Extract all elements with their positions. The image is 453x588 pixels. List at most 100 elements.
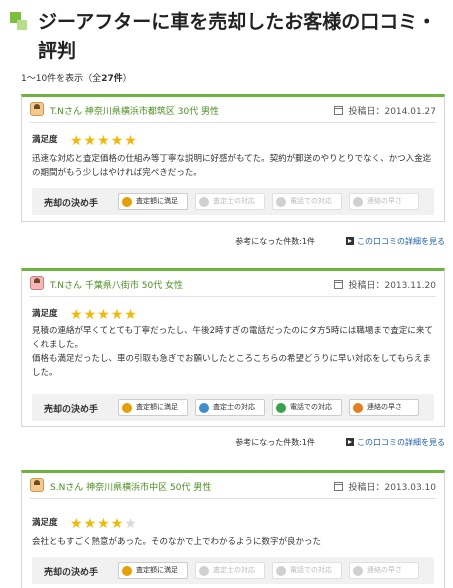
review-card: T.Nさん 千葉県八街市 50代 女性 投稿日：2013.11.20 満足度 ★…	[21, 268, 445, 427]
helpful-value: 1件	[301, 237, 315, 246]
helpful-value: 1件	[301, 438, 315, 447]
decider-title: 売却の決め手	[44, 568, 99, 578]
decider-title: 売却の決め手	[44, 405, 99, 415]
review-comment: 見積の連絡が早くてとても丁寧だったし、午後2時すぎの電話だったのにタ方5時には職…	[32, 326, 433, 378]
star-icon: ★	[70, 516, 83, 532]
chip-phone-response: 電話での対応	[272, 193, 342, 210]
decider-bar: 売却の決め手 査定額に満足 査定士の対応 電話での対応 連絡の早さ	[32, 188, 434, 215]
chip-label: 連絡の早さ	[367, 566, 402, 574]
chip-label: 連絡の早さ	[367, 197, 402, 205]
chip-label: 電話での対応	[290, 403, 332, 411]
rating-stars: ★★★★★	[70, 513, 138, 532]
review-comment: 会社ともすごく熱意があった。そのなかで上でわかるように数字が良かった	[32, 537, 322, 547]
post-date: 投稿日：2013.03.10	[334, 480, 436, 493]
detail-link-text[interactable]: この口コミの詳細を見る	[357, 237, 445, 246]
chip-quick-contact: 連絡の早さ	[349, 193, 419, 210]
chip-label: 査定額に満足	[136, 566, 178, 574]
clock-icon	[353, 403, 363, 413]
star-icon: ★	[110, 516, 124, 532]
helpful-count: 参考になった件数:1件	[235, 236, 315, 247]
star-icon: ★	[124, 307, 137, 323]
person-icon	[199, 197, 209, 207]
chip-label: 連絡の早さ	[367, 403, 402, 411]
calendar-icon	[334, 280, 344, 289]
review-card: S.Nさん 神奈川県横浜市中区 50代 男性 投稿日：2013.03.10 満足…	[21, 470, 445, 588]
chip-price-satisfied: 査定額に満足	[118, 562, 188, 579]
star-icon: ★	[110, 133, 124, 149]
rating-stars: ★★★★★	[70, 304, 138, 323]
review-header: T.Nさん 千葉県八街市 50代 女性 投稿日：2013.11.20	[30, 271, 436, 297]
review-comment: 迅速な対応と査定価格の仕組み等丁寧な説明に好感がもてた。契約が郵送のやりとりでな…	[32, 154, 432, 178]
result-count: 1〜10件を表示（全27件）	[21, 71, 132, 84]
phone-icon	[276, 197, 286, 207]
person-icon	[199, 566, 209, 576]
person-icon	[199, 403, 209, 413]
helpful-prefix: 参考になった件数:	[235, 237, 302, 246]
satisfaction-label: 満足度	[32, 518, 58, 528]
reviewer-info: T.Nさん 千葉県八街市 50代 女性	[50, 281, 184, 291]
clock-icon	[353, 197, 363, 207]
review-header: T.Nさん 神奈川県横浜市都筑区 30代 男性 投稿日：2014.01.27	[30, 97, 436, 123]
review-card: T.Nさん 神奈川県横浜市都筑区 30代 男性 投稿日：2014.01.27 満…	[21, 94, 445, 222]
chip-quick-contact: 連絡の早さ	[349, 562, 419, 579]
calendar-icon	[334, 482, 344, 491]
calendar-icon	[334, 106, 344, 115]
chip-label: 査定士の対応	[213, 403, 255, 411]
chip-quick-contact: 連絡の早さ	[349, 399, 419, 416]
star-icon: ★	[70, 307, 83, 323]
male-avatar-icon	[30, 102, 44, 116]
phone-icon	[276, 403, 286, 413]
chip-staff-response: 査定士の対応	[195, 562, 265, 579]
helpful-count: 参考になった件数:1件	[235, 437, 315, 448]
star-icon: ★	[83, 133, 97, 149]
title-mark-icon	[10, 12, 32, 34]
decider-title: 売却の決め手	[44, 199, 99, 209]
price-icon	[122, 197, 132, 207]
star-icon: ★	[97, 307, 110, 323]
price-icon	[122, 403, 132, 413]
result-count-prefix: 1〜10件を表示（全	[21, 74, 102, 84]
male-avatar-icon	[30, 478, 44, 492]
review-detail-link[interactable]: この口コミの詳細を見る	[346, 236, 445, 247]
chip-phone-response: 電話での対応	[272, 562, 342, 579]
satisfaction-label: 満足度	[32, 309, 58, 319]
clock-icon	[353, 566, 363, 576]
rating-stars: ★★★★★	[70, 130, 138, 149]
chip-label: 査定額に満足	[136, 403, 178, 411]
post-date-text: 投稿日：2013.11.20	[348, 281, 436, 291]
chip-price-satisfied: 査定額に満足	[118, 193, 188, 210]
helpful-prefix: 参考になった件数:	[235, 438, 302, 447]
star-icon: ★	[97, 133, 110, 149]
star-icon: ★	[97, 516, 110, 532]
reviewer-info: S.Nさん 神奈川県横浜市中区 50代 男性	[50, 483, 212, 493]
post-date: 投稿日：2014.01.27	[334, 104, 436, 117]
chip-label: 査定士の対応	[213, 566, 255, 574]
chip-price-satisfied: 査定額に満足	[118, 399, 188, 416]
star-icon: ★	[124, 516, 137, 532]
price-icon	[122, 566, 132, 576]
star-icon: ★	[110, 307, 124, 323]
review-header: S.Nさん 神奈川県横浜市中区 50代 男性 投稿日：2013.03.10	[30, 473, 436, 499]
review-detail-link[interactable]: この口コミの詳細を見る	[346, 437, 445, 448]
chip-label: 査定額に満足	[136, 197, 178, 205]
satisfaction-label: 満足度	[32, 135, 58, 145]
arrow-right-icon	[346, 438, 354, 446]
chip-phone-response: 電話での対応	[272, 399, 342, 416]
decider-bar: 売却の決め手 査定額に満足 査定士の対応 電話での対応 連絡の早さ	[32, 394, 434, 421]
post-date: 投稿日：2013.11.20	[334, 278, 436, 291]
decider-bar: 売却の決め手 査定額に満足 査定士の対応 電話での対応 連絡の早さ	[32, 557, 434, 584]
post-date-text: 投稿日：2014.01.27	[348, 107, 436, 117]
result-count-suffix: ）	[122, 74, 132, 84]
result-count-total: 27件	[101, 74, 123, 84]
star-icon: ★	[124, 133, 137, 149]
post-date-text: 投稿日：2013.03.10	[348, 483, 436, 493]
chip-staff-response: 査定士の対応	[195, 399, 265, 416]
phone-icon	[276, 566, 286, 576]
page-title: ジーアフターに車を売却したお客様の口コミ・評判	[38, 11, 437, 62]
chip-label: 査定士の対応	[213, 197, 255, 205]
star-icon: ★	[83, 516, 97, 532]
chip-staff-response: 査定士の対応	[195, 193, 265, 210]
star-icon: ★	[83, 307, 97, 323]
star-icon: ★	[70, 133, 83, 149]
detail-link-text[interactable]: この口コミの詳細を見る	[357, 438, 445, 447]
